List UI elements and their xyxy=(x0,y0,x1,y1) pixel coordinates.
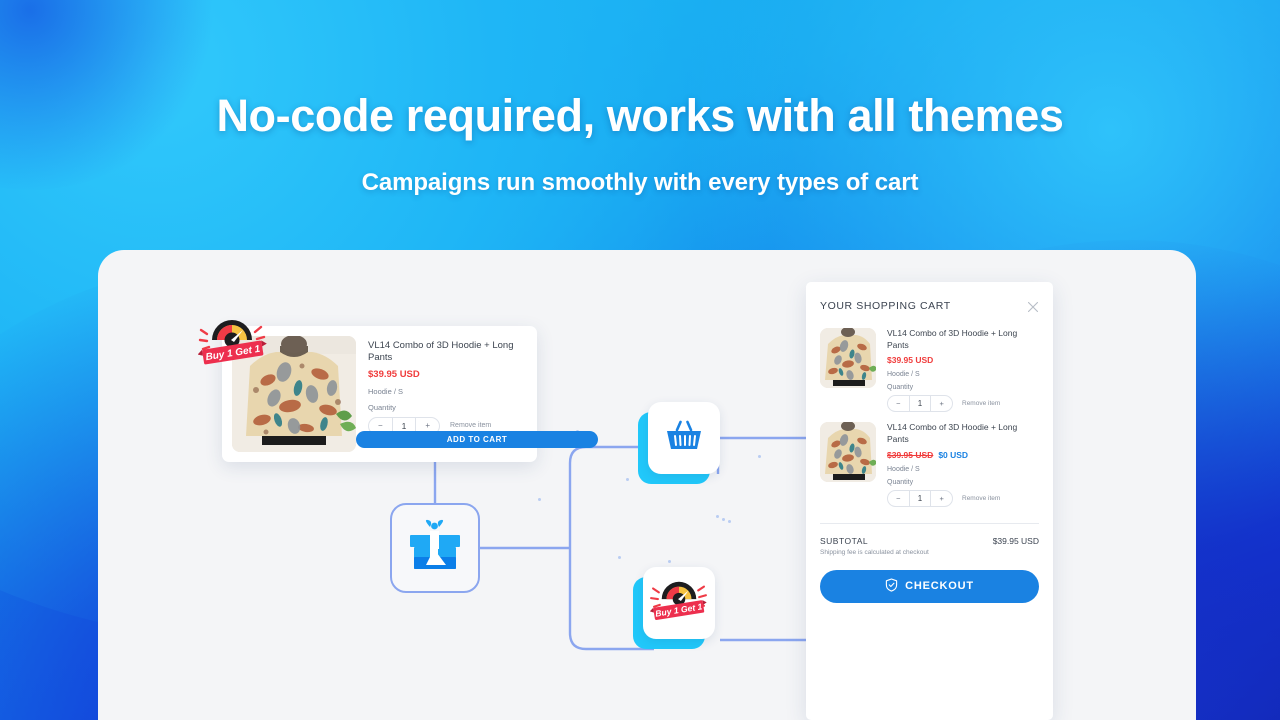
decor-dot xyxy=(668,560,671,563)
cart-item-quantity-label: Quantity xyxy=(887,478,914,486)
cart-item-info: VL14 Combo of 3D Hoodie + Long Pants $39… xyxy=(876,328,1039,413)
increment-button[interactable]: + xyxy=(931,491,952,506)
decor-dot xyxy=(722,518,725,521)
product-quantity-label: Quantity xyxy=(368,402,396,412)
decrement-button[interactable]: − xyxy=(888,491,909,506)
cart-item-price-discounted: $0 USD xyxy=(938,449,969,460)
cart-item-price: $39.95 USD xyxy=(887,355,934,366)
increment-button[interactable]: + xyxy=(931,396,952,411)
decor-dot xyxy=(626,478,629,481)
cart-item-variant: Hoodie / S xyxy=(887,465,920,473)
decor-dot xyxy=(716,515,719,518)
cart-item-thumbnail xyxy=(820,328,876,388)
cart-title: YOUR SHOPPING CART xyxy=(820,300,951,312)
shopping-cart-drawer: YOUR SHOPPING CART VL14 Combo of 3D Hood… xyxy=(806,282,1053,720)
remove-item-link[interactable]: Remove item xyxy=(962,495,1000,502)
cart-item-variant: Hoodie / S xyxy=(887,371,920,379)
remove-item-link[interactable]: Remove item xyxy=(450,422,491,429)
cart-item-price: $39.95 USD $0 USD xyxy=(887,450,1039,460)
shopping-basket-icon xyxy=(664,418,704,459)
gift-box-icon xyxy=(406,519,464,578)
basket-card-node xyxy=(638,402,720,484)
shipping-note: Shipping fee is calculated at checkout xyxy=(820,548,929,556)
subtotal-value: $39.95 USD xyxy=(992,535,1039,546)
decor-dot xyxy=(758,455,761,458)
product-info: VL14 Combo of 3D Hoodie + Long Pants $39… xyxy=(356,336,598,452)
card-front-layer xyxy=(648,402,720,474)
cart-line-item: VL14 Combo of 3D Hoodie + Long Pants $39… xyxy=(820,416,1039,510)
page-subtitle: Campaigns run smoothly with every types … xyxy=(361,168,919,196)
product-variant: Hoodie / S xyxy=(368,386,404,396)
shield-check-icon xyxy=(885,578,898,595)
cart-items-list: VL14 Combo of 3D Hoodie + Long Pants $39… xyxy=(806,322,1053,511)
remove-item-link[interactable]: Remove item xyxy=(962,400,1000,407)
cart-item-title: VL14 Combo of 3D Hoodie + Long Pants xyxy=(887,422,1018,445)
decrement-button[interactable]: − xyxy=(888,396,909,411)
cart-item-quantity-row: − 1 + Remove item xyxy=(887,489,1039,507)
cart-item-title: VL14 Combo of 3D Hoodie + Long Pants xyxy=(887,328,1018,350)
add-to-cart-button[interactable]: ADD TO CART xyxy=(356,431,598,448)
product-card: VL14 Combo of 3D Hoodie + Long Pants $39… xyxy=(197,320,598,462)
buy-one-get-one-badge-icon: Buy 1 Get 1 xyxy=(197,314,268,370)
promo-badge-card-node: Buy 1 Get 1 xyxy=(633,567,715,649)
quantity-value[interactable]: 1 xyxy=(908,490,932,506)
decor-dot xyxy=(728,520,731,523)
cart-item-quantity-stepper[interactable]: − 1 + xyxy=(887,489,953,507)
cart-item-info: VL14 Combo of 3D Hoodie + Long Pants $39… xyxy=(876,422,1039,507)
close-icon[interactable] xyxy=(1027,300,1039,313)
card-front-layer: Buy 1 Get 1 xyxy=(643,567,715,639)
cart-item-quantity-row: − 1 + Remove item xyxy=(887,395,1039,413)
checkout-button[interactable]: CHECKOUT xyxy=(820,569,1039,603)
cart-item-price-original: $39.95 USD xyxy=(887,449,934,460)
subtotal-label: SUBTOTAL xyxy=(820,535,869,546)
illustration-panel: VL14 Combo of 3D Hoodie + Long Pants $39… xyxy=(98,250,1196,720)
quantity-value[interactable]: 1 xyxy=(908,396,932,412)
product-title: VL14 Combo of 3D Hoodie + Long Pants xyxy=(368,340,514,363)
cart-header: YOUR SHOPPING CART xyxy=(806,282,1053,322)
cart-item-quantity-label: Quantity xyxy=(887,384,914,392)
cart-item-thumbnail xyxy=(820,422,876,483)
decor-dot xyxy=(538,498,541,501)
buy-one-get-one-badge-icon: Buy 1 Get 1 xyxy=(649,577,708,630)
product-price: $39.95 USD xyxy=(368,368,420,380)
subtotal-row: SUBTOTAL $39.95 USD xyxy=(806,524,1053,546)
hero-text-block: No-code required, works with all themes … xyxy=(0,0,1280,197)
cart-line-item: VL14 Combo of 3D Hoodie + Long Pants $39… xyxy=(820,322,1039,416)
checkout-label: CHECKOUT xyxy=(905,580,974,593)
decor-dot xyxy=(618,556,621,559)
gift-box-node xyxy=(390,503,480,593)
page-title: No-code required, works with all themes xyxy=(216,90,1064,141)
cart-item-quantity-stepper[interactable]: − 1 + xyxy=(887,395,953,413)
